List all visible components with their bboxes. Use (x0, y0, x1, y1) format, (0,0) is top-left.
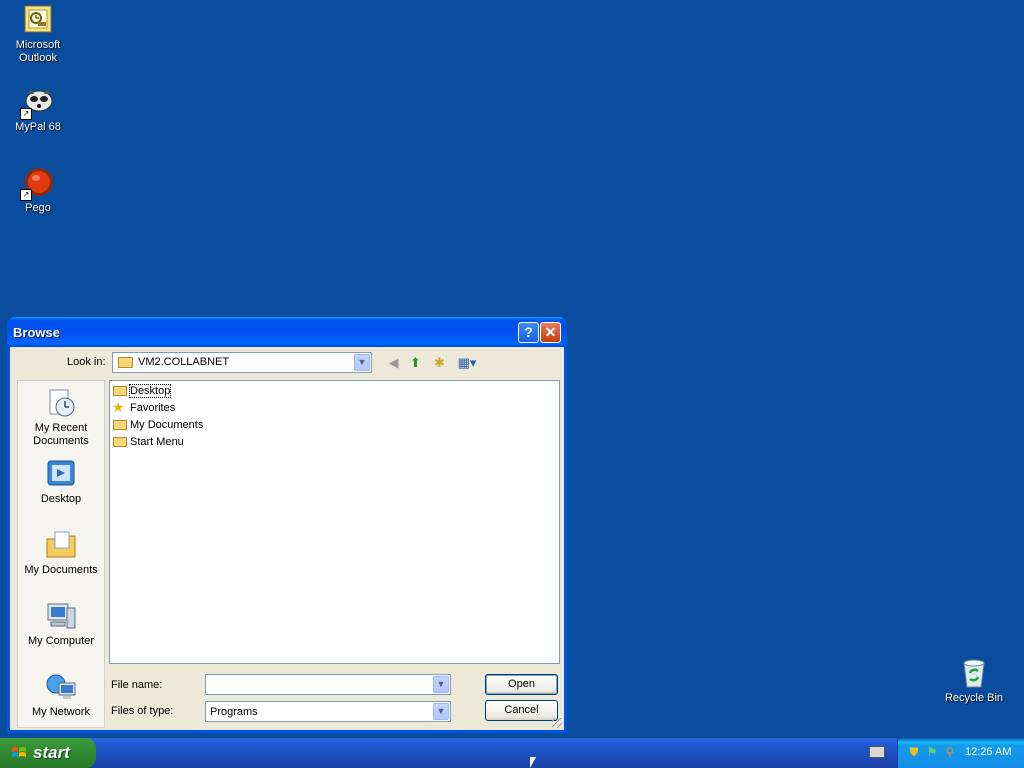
files-of-type-select[interactable]: Programs ▼ (205, 701, 451, 722)
file-name-label: File name: (111, 679, 163, 691)
list-item[interactable]: Start Menu (112, 434, 184, 450)
my-computer-icon (45, 600, 77, 632)
my-network-icon (45, 671, 77, 703)
place-desktop[interactable]: Desktop (18, 458, 104, 506)
dialog-title: Browse (13, 325, 60, 340)
cancel-button[interactable]: Cancel (485, 700, 558, 721)
desktop-icon-mypal[interactable]: ↗ MyPal 68 (1, 86, 75, 134)
security-shield-icon[interactable]: ⛊ (907, 745, 921, 759)
keyboard-icon[interactable] (869, 746, 885, 758)
folder-icon (113, 420, 127, 430)
desktop-icon-label: Recycle Bin (944, 692, 1004, 704)
look-in-dropdown[interactable]: VM2.COLLABNET ▼ (112, 352, 372, 373)
pego-icon: ↗ (20, 167, 54, 201)
clock: 12:26 AM (965, 746, 1012, 758)
files-of-type-label: Files of type: (111, 705, 174, 717)
folder-icon (113, 437, 127, 447)
desktop-icon-pego[interactable]: ↗ Pego (1, 167, 75, 215)
file-name: My Documents (130, 419, 204, 431)
chevron-down-icon[interactable]: ▼ (354, 354, 370, 371)
start-button[interactable]: start (0, 738, 96, 768)
shortcut-arrow-icon: ↗ (20, 108, 32, 120)
desktop-icon-label: Outlook (19, 52, 57, 64)
place-label: My Network (31, 706, 91, 718)
file-name: Desktop (128, 384, 172, 398)
close-button[interactable]: ✕ (540, 322, 561, 343)
desktop-icon-label: Microsoft (15, 39, 61, 51)
place-my-computer[interactable]: My Computer (18, 600, 104, 648)
network-icon[interactable]: ⚑ (925, 745, 939, 759)
start-label: start (33, 743, 70, 762)
look-in-label: Look in: (67, 356, 106, 368)
mypal-icon: ↗ (20, 86, 54, 120)
desktop-icon (45, 458, 77, 490)
mouse-cursor-icon (530, 757, 536, 768)
places-bar: My Recent Documents Desktop My Documents (17, 380, 105, 728)
recent-documents-icon (45, 387, 77, 419)
file-name: Favorites (130, 402, 176, 414)
file-list[interactable]: Desktop ★ Favorites My Documents Start M… (109, 380, 560, 664)
list-item[interactable]: Desktop (112, 383, 172, 399)
dialog-titlebar[interactable]: Browse ? ✕ (7, 317, 567, 347)
chevron-down-icon[interactable]: ▼ (433, 676, 449, 693)
desktop-icon-label: MyPal 68 (15, 121, 61, 133)
place-label: My Documents (24, 564, 98, 576)
back-icon[interactable]: ◀ (385, 354, 402, 371)
desktop-icon-outlook[interactable]: Microsoft Outlook (1, 4, 75, 65)
folder-icon (113, 386, 127, 396)
place-label: My Recent (34, 422, 88, 434)
place-label: Desktop (40, 493, 82, 505)
place-recent-documents[interactable]: My Recent Documents (18, 387, 104, 448)
view-menu-icon[interactable]: ▦▾ (455, 354, 479, 371)
system-tray: ⛊ ⚑ ⚲ 12:26 AM (897, 738, 1024, 768)
resize-grip[interactable] (552, 718, 562, 728)
file-name: Start Menu (130, 436, 184, 448)
open-button[interactable]: Open (485, 674, 558, 695)
browse-dialog: Browse ? ✕ Look in: VM2.COLLABNET ▼ ◀ ⬆ … (7, 317, 567, 733)
place-label: Documents (33, 435, 89, 447)
help-button[interactable]: ? (518, 322, 539, 343)
files-of-type-value: Programs (210, 706, 258, 718)
up-folder-icon[interactable]: ⬆ (407, 354, 424, 371)
file-name-combobox[interactable]: ▼ (205, 674, 451, 695)
chevron-down-icon[interactable]: ▼ (433, 703, 449, 720)
outlook-icon (22, 4, 54, 36)
search-icon[interactable]: ⚲ (943, 745, 957, 759)
my-documents-icon (45, 529, 77, 561)
desktop-icon-label: Pego (25, 202, 51, 214)
star-icon: ★ (112, 399, 125, 415)
place-label: My Computer (27, 635, 95, 647)
desktop-icon-recycle-bin[interactable]: Recycle Bin (937, 657, 1011, 705)
folder-icon (118, 357, 133, 368)
look-in-value: VM2.COLLABNET (138, 356, 230, 368)
list-item[interactable]: My Documents (112, 417, 203, 433)
place-my-documents[interactable]: My Documents (18, 529, 104, 577)
list-item[interactable]: ★ Favorites (112, 399, 176, 416)
shortcut-arrow-icon: ↗ (20, 189, 32, 201)
place-my-network[interactable]: My Network (18, 671, 104, 719)
new-folder-icon[interactable]: ✱ (431, 354, 448, 371)
recycle-bin-icon (958, 657, 990, 689)
windows-logo-icon (12, 747, 26, 757)
file-name-input[interactable] (208, 676, 428, 692)
